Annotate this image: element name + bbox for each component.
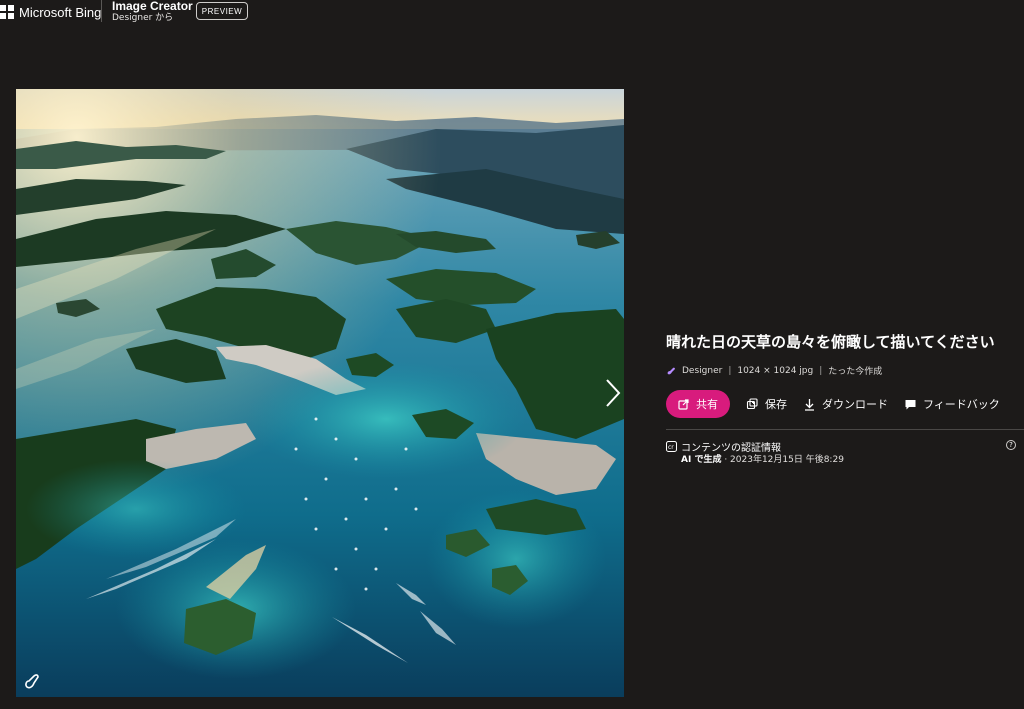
content-credentials-icon: cr xyxy=(666,441,677,452)
app-title[interactable]: Image Creator xyxy=(112,0,193,13)
generated-image[interactable] xyxy=(16,89,624,697)
microsoft-logo-icon xyxy=(0,5,14,19)
designer-watermark-icon xyxy=(24,672,40,690)
save-label: 保存 xyxy=(765,398,787,411)
save-collection-icon xyxy=(746,397,758,409)
share-button[interactable]: 共有 xyxy=(666,390,730,418)
meta-created: たった今作成 xyxy=(828,367,883,377)
download-icon xyxy=(805,398,814,411)
next-image-button[interactable] xyxy=(598,376,628,410)
download-label: ダウンロード xyxy=(822,398,888,411)
meta-separator: | xyxy=(728,365,732,376)
header-divider xyxy=(101,0,102,22)
section-divider xyxy=(666,429,1024,430)
share-label: 共有 xyxy=(696,398,718,411)
download-button[interactable]: ダウンロード xyxy=(803,396,888,412)
share-icon xyxy=(678,399,689,410)
feedback-label: フィードバック xyxy=(923,398,1000,411)
image-meta: Designer | 1024 × 1024 jpg | たった今作成 xyxy=(666,364,882,377)
action-bar: 共有 保存 ダウンロード フィードバック xyxy=(666,390,1000,418)
chevron-right-icon xyxy=(606,379,621,407)
bing-logo-link[interactable]: Microsoft Bing xyxy=(0,4,101,20)
preview-badge: PREVIEW xyxy=(196,2,248,20)
feedback-icon xyxy=(905,399,916,409)
help-icon[interactable]: ? xyxy=(1006,440,1016,450)
meta-size: 1024 × 1024 jpg xyxy=(737,365,814,376)
ai-generated-label: AI で生成 xyxy=(681,455,722,465)
feedback-button[interactable]: フィードバック xyxy=(904,396,1000,412)
credentials-detail: AI で生成 · 2023年12月15日 午後8:29 xyxy=(681,452,844,465)
designer-icon xyxy=(667,367,675,374)
prompt-title: 晴れた日の天草の島々を俯瞰して描いてください xyxy=(666,333,995,351)
meta-source: Designer xyxy=(682,365,723,376)
credentials-timestamp: · 2023年12月15日 午後8:29 xyxy=(721,455,844,465)
svg-text:cr: cr xyxy=(668,444,674,451)
top-bar: Microsoft Bing Image Creator Designer から… xyxy=(0,0,1024,24)
aerial-islands-illustration xyxy=(16,89,624,697)
meta-separator: | xyxy=(819,365,823,376)
app-subtitle: Designer から xyxy=(112,13,174,23)
save-button[interactable]: 保存 xyxy=(746,396,787,412)
brand-name: Microsoft Bing xyxy=(19,4,102,20)
